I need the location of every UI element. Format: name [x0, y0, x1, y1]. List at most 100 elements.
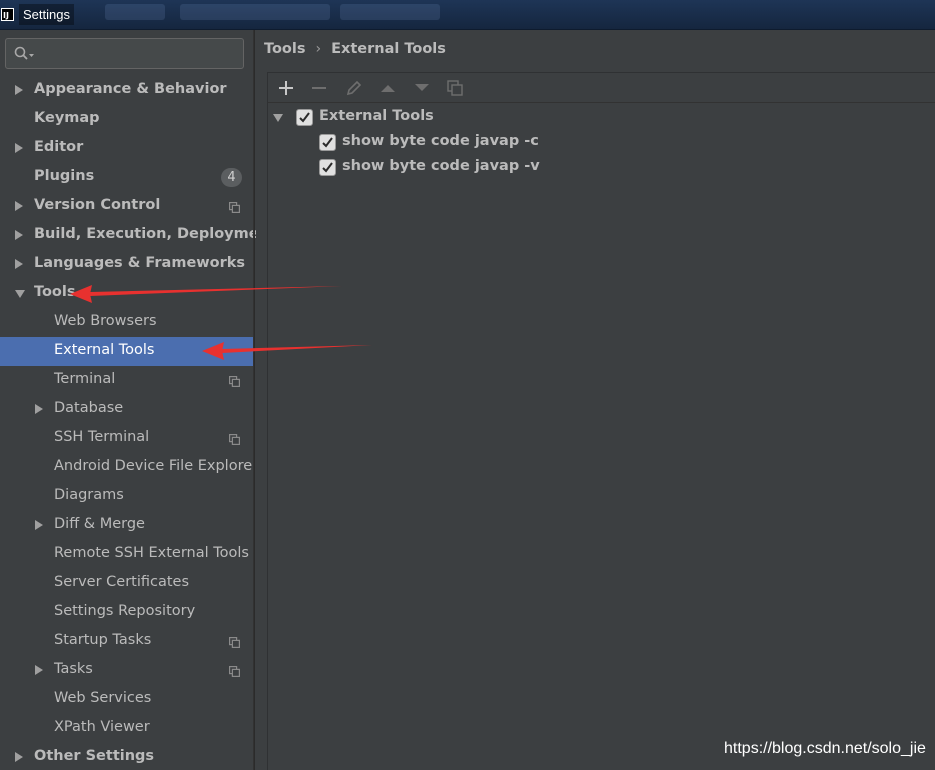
sidebar-item-build-execution-deployment[interactable]: Build, Execution, Deployment — [0, 221, 276, 250]
tool-group-label: External Tools — [319, 108, 434, 124]
sidebar-item-diagrams[interactable]: Diagrams — [0, 482, 253, 511]
sidebar-item-tools[interactable]: Tools — [0, 279, 253, 308]
sidebar-item-diff-merge[interactable]: Diff & Merge — [0, 511, 253, 540]
project-scope-icon — [229, 201, 241, 214]
collapse-arrow-icon[interactable] — [35, 665, 43, 675]
expand-arrow-icon[interactable] — [273, 114, 283, 122]
checkmark-icon — [322, 137, 333, 148]
copy-tool-button[interactable] — [445, 79, 465, 97]
sidebar-item-startup-tasks[interactable]: Startup Tasks — [0, 627, 253, 656]
sidebar-item-label: SSH Terminal — [54, 429, 150, 445]
window-title: Settings — [19, 4, 74, 25]
sidebar-item-label: Database — [54, 400, 124, 416]
sidebar-item-label: Version Control — [34, 197, 161, 213]
sidebar-item-other-settings[interactable]: Other Settings — [0, 743, 253, 770]
main-panel: Tools › External Tools External Tools sh… — [256, 30, 935, 770]
add-tool-button[interactable] — [276, 79, 296, 97]
sidebar-item-label: Tools — [34, 284, 76, 300]
breadcrumb-current: External Tools — [331, 41, 446, 57]
collapse-arrow-icon[interactable] — [15, 259, 23, 269]
collapse-arrow-icon[interactable] — [35, 404, 43, 414]
breadcrumb: Tools › External Tools — [264, 39, 446, 59]
remove-tool-button[interactable] — [309, 79, 329, 97]
project-scope-icon — [229, 375, 241, 388]
expand-arrow-icon[interactable] — [15, 290, 25, 298]
plugin-count-badge: 4 — [221, 168, 242, 187]
sidebar-item-languages-frameworks[interactable]: Languages & Frameworks — [0, 250, 253, 279]
sidebar-item-label: Startup Tasks — [54, 632, 152, 648]
edit-icon — [346, 80, 362, 96]
sidebar-item-label: Settings Repository — [54, 603, 196, 619]
sidebar-item-label: Build, Execution, Deployment — [34, 226, 276, 242]
sidebar-item-label: Editor — [34, 139, 84, 155]
sidebar-item-label: Web Browsers — [54, 313, 157, 329]
add-icon — [279, 81, 293, 95]
tool-group-row[interactable]: External Tools — [268, 106, 568, 130]
external-tools-toolbar — [268, 73, 935, 103]
sidebar-item-label: Web Services — [54, 690, 152, 706]
sidebar-item-web-services[interactable]: Web Services — [0, 685, 253, 714]
checkmark-icon — [299, 112, 310, 123]
sidebar-item-plugins[interactable]: Plugins 4 — [0, 163, 253, 192]
collapse-arrow-icon[interactable] — [15, 85, 23, 95]
sidebar-item-label: Diff & Merge — [54, 516, 145, 532]
sidebar-item-terminal[interactable]: Terminal — [0, 366, 253, 395]
background-window-ghost — [105, 4, 165, 20]
sidebar-item-database[interactable]: Database — [0, 395, 253, 424]
sidebar-item-android-device-file-explore[interactable]: Android Device File Explore — [0, 453, 253, 482]
settings-sidebar: Appearance & Behavior Keymap Editor Plugins… — [0, 30, 276, 770]
move-down-button[interactable] — [412, 79, 432, 97]
sidebar-item-external-tools[interactable]: External Tools — [0, 337, 253, 366]
sidebar-item-editor[interactable]: Editor — [0, 134, 253, 163]
collapse-arrow-icon[interactable] — [35, 520, 43, 530]
sidebar-item-label: Terminal — [54, 371, 116, 387]
search-icon[interactable] — [14, 46, 36, 62]
tool-row[interactable]: show byte code javap -c — [268, 131, 668, 155]
edit-tool-button[interactable] — [344, 79, 364, 97]
sidebar-item-label: Android Device File Explore — [54, 458, 253, 474]
checkmark-icon — [322, 162, 333, 173]
sidebar-item-appearance-behavior[interactable]: Appearance & Behavior — [0, 76, 253, 105]
background-window-ghost — [340, 4, 440, 20]
tool-label: show byte code javap -c — [342, 133, 539, 149]
move-down-icon — [415, 84, 429, 91]
intellij-logo-icon: IJ — [1, 8, 14, 21]
move-up-button[interactable] — [378, 79, 398, 97]
sidebar-item-label: Remote SSH External Tools — [54, 545, 249, 561]
tool-group-checkbox[interactable] — [296, 109, 313, 126]
settings-search-input[interactable] — [38, 43, 238, 65]
sidebar-item-web-browsers[interactable]: Web Browsers — [0, 308, 253, 337]
sidebar-item-label: Diagrams — [54, 487, 124, 503]
move-up-icon — [381, 85, 395, 92]
sidebar-item-tasks[interactable]: Tasks — [0, 656, 253, 685]
watermark-text: https://blog.csdn.net/solo_jie — [724, 740, 926, 757]
collapse-arrow-icon[interactable] — [15, 752, 23, 762]
tool-checkbox[interactable] — [319, 159, 336, 176]
breadcrumb-separator: › — [315, 41, 322, 57]
background-window-ghost — [180, 4, 330, 20]
sidebar-item-settings-repository[interactable]: Settings Repository — [0, 598, 253, 627]
sidebar-item-remote-ssh-external-tools[interactable]: Remote SSH External Tools — [0, 540, 253, 569]
sidebar-item-server-certificates[interactable]: Server Certificates — [0, 569, 253, 598]
settings-search-box[interactable] — [5, 38, 244, 69]
sidebar-item-label: Tasks — [54, 661, 93, 677]
sidebar-item-label: Keymap — [34, 110, 100, 126]
sidebar-item-label: Languages & Frameworks — [34, 255, 246, 271]
tool-row[interactable]: show byte code javap -v — [268, 156, 668, 180]
sidebar-item-label: XPath Viewer — [54, 719, 150, 735]
title-bar: IJ Settings — [0, 0, 935, 30]
sidebar-item-version-control[interactable]: Version Control — [0, 192, 253, 221]
collapse-arrow-icon[interactable] — [15, 201, 23, 211]
sidebar-item-xpath-viewer[interactable]: XPath Viewer — [0, 714, 253, 743]
sidebar-splitter[interactable] — [253, 30, 255, 770]
tool-checkbox[interactable] — [319, 134, 336, 151]
sidebar-item-label: Other Settings — [34, 748, 155, 764]
breadcrumb-parent[interactable]: Tools — [264, 41, 306, 57]
sidebar-item-keymap[interactable]: Keymap — [0, 105, 253, 134]
project-scope-icon — [229, 665, 241, 678]
collapse-arrow-icon[interactable] — [15, 143, 23, 153]
collapse-arrow-icon[interactable] — [15, 230, 23, 240]
external-tools-panel: External Tools show byte code javap -c s… — [267, 72, 935, 770]
sidebar-item-ssh-terminal[interactable]: SSH Terminal — [0, 424, 253, 453]
project-scope-icon — [229, 636, 241, 649]
